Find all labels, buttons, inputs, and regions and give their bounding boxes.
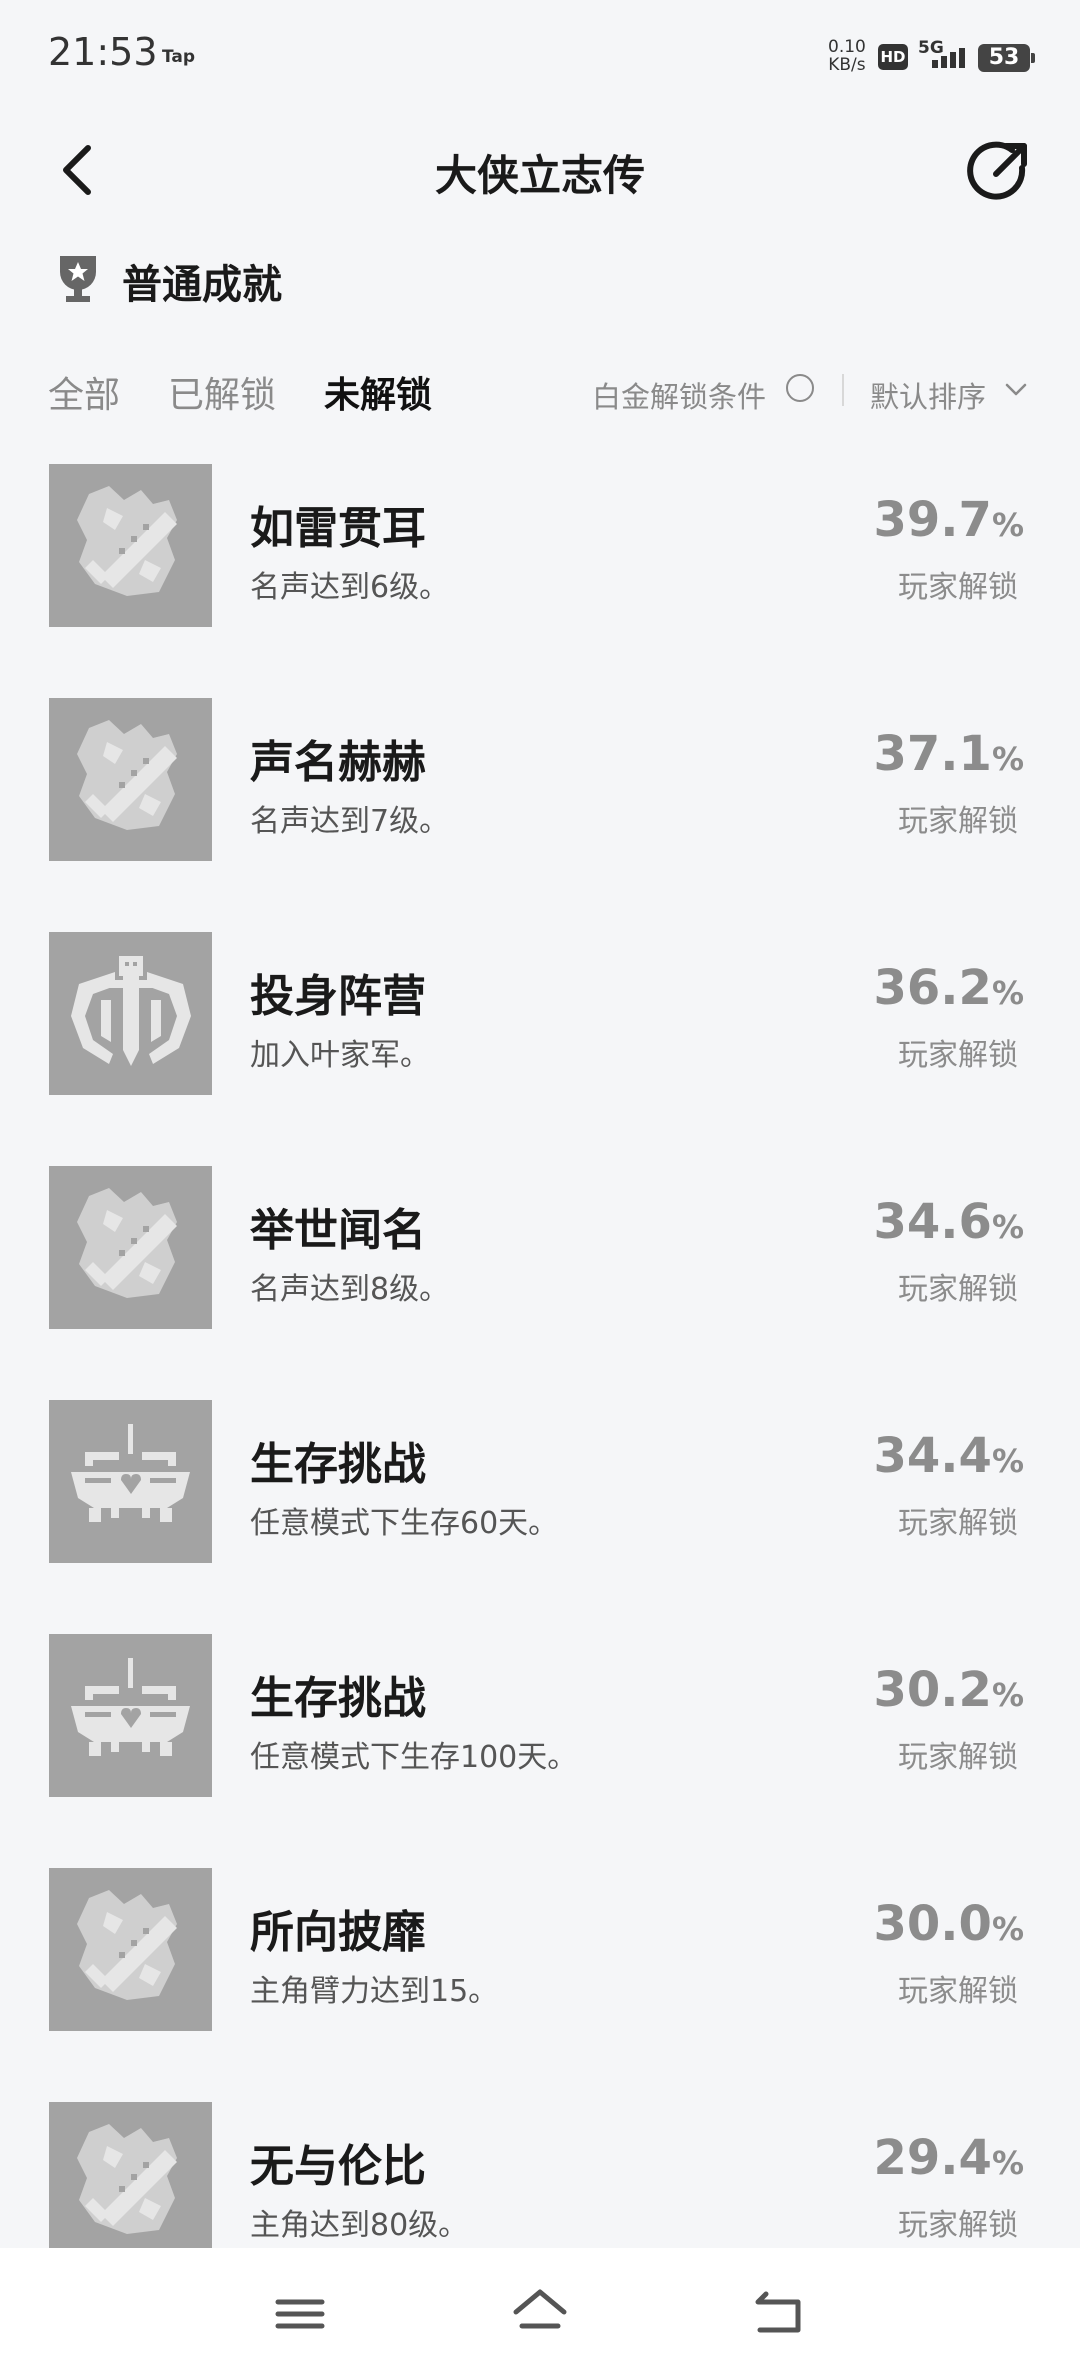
percent-sign: % [991,1442,1024,1480]
platinum-condition-label[interactable]: 白金解锁条件 [592,374,766,416]
clock: 21:53 [48,30,158,74]
percent-sign: % [991,506,1024,544]
menu-icon[interactable] [270,2288,330,2340]
unlock-percentage-value: 37.1 [873,726,992,782]
unlock-percentage-value: 34.6 [873,1194,992,1250]
achievement-title: 所向披靡 [250,1907,426,1958]
achievement-title: 如雷贯耳 [250,503,426,554]
divider [842,374,844,406]
percent-sign: % [991,740,1024,778]
achievement-description: 加入叶家军。 [250,1038,430,1073]
achievement-title: 举世闻名 [250,1205,426,1256]
section-title: 普通成就 [122,262,282,308]
achievement-description: 主角达到80级。 [250,2208,469,2243]
achievement-description: 名声达到7级。 [250,804,450,839]
unlock-percentage-value: 39.7 [873,492,992,548]
unlock-percentage: 30.0% [874,1896,1025,1952]
achievement-title: 投身阵营 [250,971,426,1022]
unlock-percentage-value: 30.2 [873,1662,992,1718]
home-icon[interactable] [510,2288,570,2340]
achievement-description: 主角臂力达到15。 [250,1974,499,2009]
status-bar: 21:53 Tap 0.10 KB/s HD 5G 53 [0,0,1080,120]
sort-dropdown[interactable]: 默认排序 [870,374,986,416]
unlock-percentage: 30.2% [874,1662,1025,1718]
unlock-percentage: 29.4% [874,2130,1025,2186]
heart-altar-icon [49,1400,212,1563]
sword-flame-icon [49,464,212,627]
unlock-caption: 玩家解锁 [898,1038,1018,1073]
achievement-title: 声名赫赫 [250,737,426,788]
unlock-percentage-value: 29.4 [873,2130,992,2186]
achievement-item[interactable]: 如雷贯耳名声达到6级。 39.7% 玩家解锁 [0,464,1080,698]
tab-locked[interactable]: 未解锁 [324,366,432,418]
network-speed: 0.10 KB/s [828,38,866,74]
achievement-item[interactable]: 举世闻名名声达到8级。 34.6% 玩家解锁 [0,1166,1080,1400]
unlock-percentage: 34.6% [874,1194,1025,1250]
unlock-caption: 玩家解锁 [898,1740,1018,1775]
percent-sign: % [991,974,1024,1012]
achievement-description: 名声达到6级。 [250,570,450,605]
unlock-percentage: 37.1% [874,726,1025,782]
achievement-title: 无与伦比 [250,2141,426,2192]
unlock-percentage-value: 34.4 [873,1428,992,1484]
achievement-item[interactable]: 所向披靡主角臂力达到15。 30.0% 玩家解锁 [0,1868,1080,2102]
achievement-description: 名声达到8级。 [250,1272,450,1307]
tab-all[interactable]: 全部 [48,366,120,418]
achievement-title: 生存挑战 [250,1439,426,1490]
network-speed-value: 0.10 [828,37,866,57]
page-title: 大侠立志传 [434,151,645,200]
percent-sign: % [991,1676,1024,1714]
winged-sword-emblem-icon [49,932,212,1095]
percent-sign: % [991,1910,1024,1948]
unlock-caption: 玩家解锁 [898,2208,1018,2243]
battery-icon: 53 [978,44,1035,72]
unlock-percentage-value: 36.2 [873,960,992,1016]
achievement-item[interactable]: 生存挑战任意模式下生存60天。 34.4% 玩家解锁 [0,1400,1080,1634]
return-icon[interactable] [750,2288,810,2340]
network-speed-unit: KB/s [828,55,866,75]
unlock-percentage: 34.4% [874,1428,1025,1484]
achievement-item[interactable]: 投身阵营加入叶家军。 36.2% 玩家解锁 [0,932,1080,1166]
sword-flame-icon [49,2102,212,2265]
hd-badge: HD [878,44,908,70]
heart-altar-icon [49,1634,212,1797]
achievement-item[interactable]: 声名赫赫名声达到7级。 37.1% 玩家解锁 [0,698,1080,932]
unlock-caption: 玩家解锁 [898,1974,1018,2009]
platinum-condition-radio[interactable] [786,374,814,402]
tab-unlocked[interactable]: 已解锁 [168,366,276,418]
achievement-item[interactable]: 生存挑战任意模式下生存100天。 30.2% 玩家解锁 [0,1634,1080,1868]
share-icon[interactable] [966,138,1032,204]
achievement-description: 任意模式下生存60天。 [250,1506,559,1541]
unlock-caption: 玩家解锁 [898,804,1018,839]
unlock-caption: 玩家解锁 [898,1506,1018,1541]
achievement-description: 任意模式下生存100天。 [250,1740,578,1775]
unlock-percentage-value: 30.0 [873,1896,992,1952]
tab-bar: 全部 已解锁 未解锁 白金解锁条件 默认排序 [0,360,1080,420]
tap-app-indicator: Tap [162,47,196,67]
sword-flame-icon [49,1868,212,2031]
top-app-bar: 大侠立志传 [0,120,1080,220]
chevron-down-icon[interactable] [1004,378,1028,402]
unlock-caption: 玩家解锁 [898,1272,1018,1307]
unlock-percentage: 36.2% [874,960,1025,1016]
sword-flame-icon [49,698,212,861]
network-type: 5G [918,38,944,58]
percent-sign: % [991,2144,1024,2182]
unlock-percentage: 39.7% [874,492,1025,548]
signal-icon: 5G [918,38,970,74]
achievement-title: 生存挑战 [250,1673,426,1724]
sword-flame-icon [49,1166,212,1329]
percent-sign: % [991,1208,1024,1246]
trophy-icon [58,254,98,304]
unlock-caption: 玩家解锁 [898,570,1018,605]
system-nav-bar [0,2248,1080,2376]
